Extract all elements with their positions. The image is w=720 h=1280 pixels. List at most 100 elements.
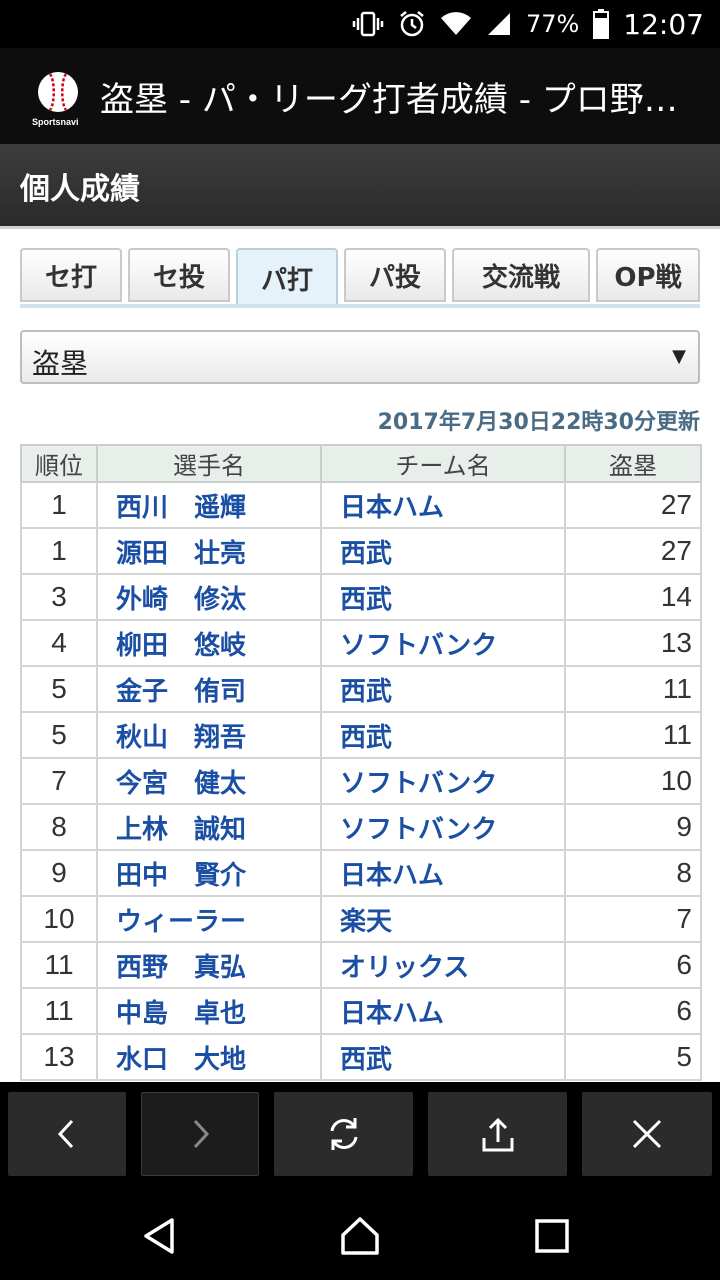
- table-row: 13 水口 大地 西武 5: [20, 1033, 702, 1081]
- team-name-link[interactable]: ソフトバンク: [320, 757, 566, 805]
- tab-ce-batting[interactable]: セ打: [20, 248, 122, 302]
- back-icon: [144, 1218, 174, 1254]
- forward-icon: [193, 1119, 210, 1149]
- player-name-link[interactable]: 金子 侑司: [96, 665, 322, 713]
- battery-icon: [593, 9, 610, 39]
- player-name-link[interactable]: 今宮 健太: [96, 757, 322, 805]
- back-icon: [57, 1119, 74, 1149]
- table-row: 4 柳田 悠岐 ソフトバンク 13: [20, 619, 702, 667]
- team-name-link[interactable]: 西武: [320, 1033, 566, 1081]
- tab-interleague[interactable]: 交流戦: [452, 248, 590, 302]
- rank-cell: 11: [20, 987, 98, 1035]
- header-stolen-bases: 盗塁: [564, 444, 702, 483]
- app-bar: Sportsnavi 盗塁 - パ・リーグ打者成績 - プロ野球 - スポーツナ…: [0, 48, 720, 144]
- team-name-link[interactable]: 西武: [320, 573, 566, 621]
- stolen-bases-cell: 7: [564, 895, 702, 943]
- stolen-bases-cell: 6: [564, 941, 702, 989]
- player-name-link[interactable]: 源田 壮亮: [96, 527, 322, 575]
- rank-cell: 11: [20, 941, 98, 989]
- rank-cell: 1: [20, 481, 98, 529]
- tab-pa-pitching[interactable]: パ投: [344, 248, 446, 302]
- table-row: 11 中島 卓也 日本ハム 6: [20, 987, 702, 1035]
- share-button[interactable]: [428, 1092, 567, 1176]
- home-icon: [341, 1217, 379, 1255]
- rank-cell: 5: [20, 665, 98, 713]
- table-row: 1 源田 壮亮 西武 27: [20, 527, 702, 575]
- nav-back-button[interactable]: [130, 1206, 190, 1266]
- close-button[interactable]: [582, 1092, 712, 1176]
- player-name-link[interactable]: 柳田 悠岐: [96, 619, 322, 667]
- signal-icon: [486, 11, 512, 37]
- table-row: 3 外崎 修汰 西武 14: [20, 573, 702, 621]
- reload-button[interactable]: [274, 1092, 413, 1176]
- table-row: 10 ウィーラー 楽天 7: [20, 895, 702, 943]
- team-name-link[interactable]: 西武: [320, 527, 566, 575]
- table-row: 9 田中 賢介 日本ハム 8: [20, 849, 702, 897]
- table-row: 1 西川 遥輝 日本ハム 27: [20, 481, 702, 529]
- header-player: 選手名: [96, 444, 322, 483]
- league-tabs: セ打 セ投 パ打 パ投 交流戦 OP戦: [20, 248, 700, 306]
- nav-home-button[interactable]: [330, 1206, 390, 1266]
- player-name-link[interactable]: ウィーラー: [96, 895, 322, 943]
- reload-icon: [330, 1118, 357, 1150]
- team-name-link[interactable]: ソフトバンク: [320, 803, 566, 851]
- table-header-row: 順位 選手名 チーム名 盗塁: [20, 444, 702, 483]
- player-name-link[interactable]: 西野 真弘: [96, 941, 322, 989]
- table-row: 11 西野 真弘 オリックス 6: [20, 941, 702, 989]
- tab-pa-batting[interactable]: パ打: [236, 248, 338, 306]
- rank-cell: 5: [20, 711, 98, 759]
- stolen-bases-cell: 5: [564, 1033, 702, 1081]
- category-select[interactable]: 盗塁 ▼: [20, 330, 700, 384]
- back-button[interactable]: [8, 1092, 126, 1176]
- stolen-base-ranking-table: 順位 選手名 チーム名 盗塁 1 西川 遥輝 日本ハム 27 1 源田 壮亮 西武 27 3 外崎…: [20, 444, 702, 1081]
- rank-cell: 7: [20, 757, 98, 805]
- alarm-icon: [398, 10, 426, 38]
- status-icons: 77% 12:07: [352, 0, 704, 48]
- stolen-bases-cell: 11: [564, 711, 702, 759]
- tab-ce-pitching[interactable]: セ投: [128, 248, 230, 302]
- rank-cell: 9: [20, 849, 98, 897]
- stolen-bases-cell: 27: [564, 527, 702, 575]
- team-name-link[interactable]: 日本ハム: [320, 849, 566, 897]
- sportsnavi-logo: Sportsnavi: [30, 68, 86, 128]
- stolen-bases-cell: 10: [564, 757, 702, 805]
- status-bar: 77% 12:07: [0, 0, 720, 48]
- nav-recents-button[interactable]: [522, 1206, 582, 1266]
- rank-cell: 4: [20, 619, 98, 667]
- rank-cell: 10: [20, 895, 98, 943]
- player-name-link[interactable]: 上林 誠知: [96, 803, 322, 851]
- team-name-link[interactable]: ソフトバンク: [320, 619, 566, 667]
- section-title: 個人成績: [20, 172, 140, 207]
- stolen-bases-cell: 14: [564, 573, 702, 621]
- team-name-link[interactable]: オリックス: [320, 941, 566, 989]
- team-name-link[interactable]: 日本ハム: [320, 987, 566, 1035]
- clock: 12:07: [623, 7, 704, 41]
- section-header: 個人成績: [0, 144, 720, 229]
- rank-cell: 1: [20, 527, 98, 575]
- player-name-link[interactable]: 中島 卓也: [96, 987, 322, 1035]
- tab-open-games[interactable]: OP戦: [596, 248, 700, 302]
- team-name-link[interactable]: 西武: [320, 665, 566, 713]
- dropdown-arrow-icon: ▼: [672, 346, 686, 367]
- team-name-link[interactable]: 西武: [320, 711, 566, 759]
- updated-timestamp: 2017年7月30日22時30分更新: [377, 410, 700, 435]
- rank-cell: 3: [20, 573, 98, 621]
- vibrate-icon: [352, 10, 384, 38]
- stolen-bases-cell: 6: [564, 987, 702, 1035]
- team-name-link[interactable]: 楽天: [320, 895, 566, 943]
- player-name-link[interactable]: 外崎 修汰: [96, 573, 322, 621]
- table-row: 5 金子 侑司 西武 11: [20, 665, 702, 713]
- rank-cell: 13: [20, 1033, 98, 1081]
- player-name-link[interactable]: 秋山 翔吾: [96, 711, 322, 759]
- stolen-bases-cell: 8: [564, 849, 702, 897]
- close-icon: [632, 1119, 662, 1149]
- player-name-link[interactable]: 西川 遥輝: [96, 481, 322, 529]
- forward-button[interactable]: [141, 1092, 259, 1176]
- table-row: 7 今宮 健太 ソフトバンク 10: [20, 757, 702, 805]
- player-name-link[interactable]: 水口 大地: [96, 1033, 322, 1081]
- battery-text: 77%: [525, 10, 580, 38]
- team-name-link[interactable]: 日本ハム: [320, 481, 566, 529]
- table-row: 5 秋山 翔吾 西武 11: [20, 711, 702, 759]
- player-name-link[interactable]: 田中 賢介: [96, 849, 322, 897]
- recents-icon: [535, 1219, 569, 1253]
